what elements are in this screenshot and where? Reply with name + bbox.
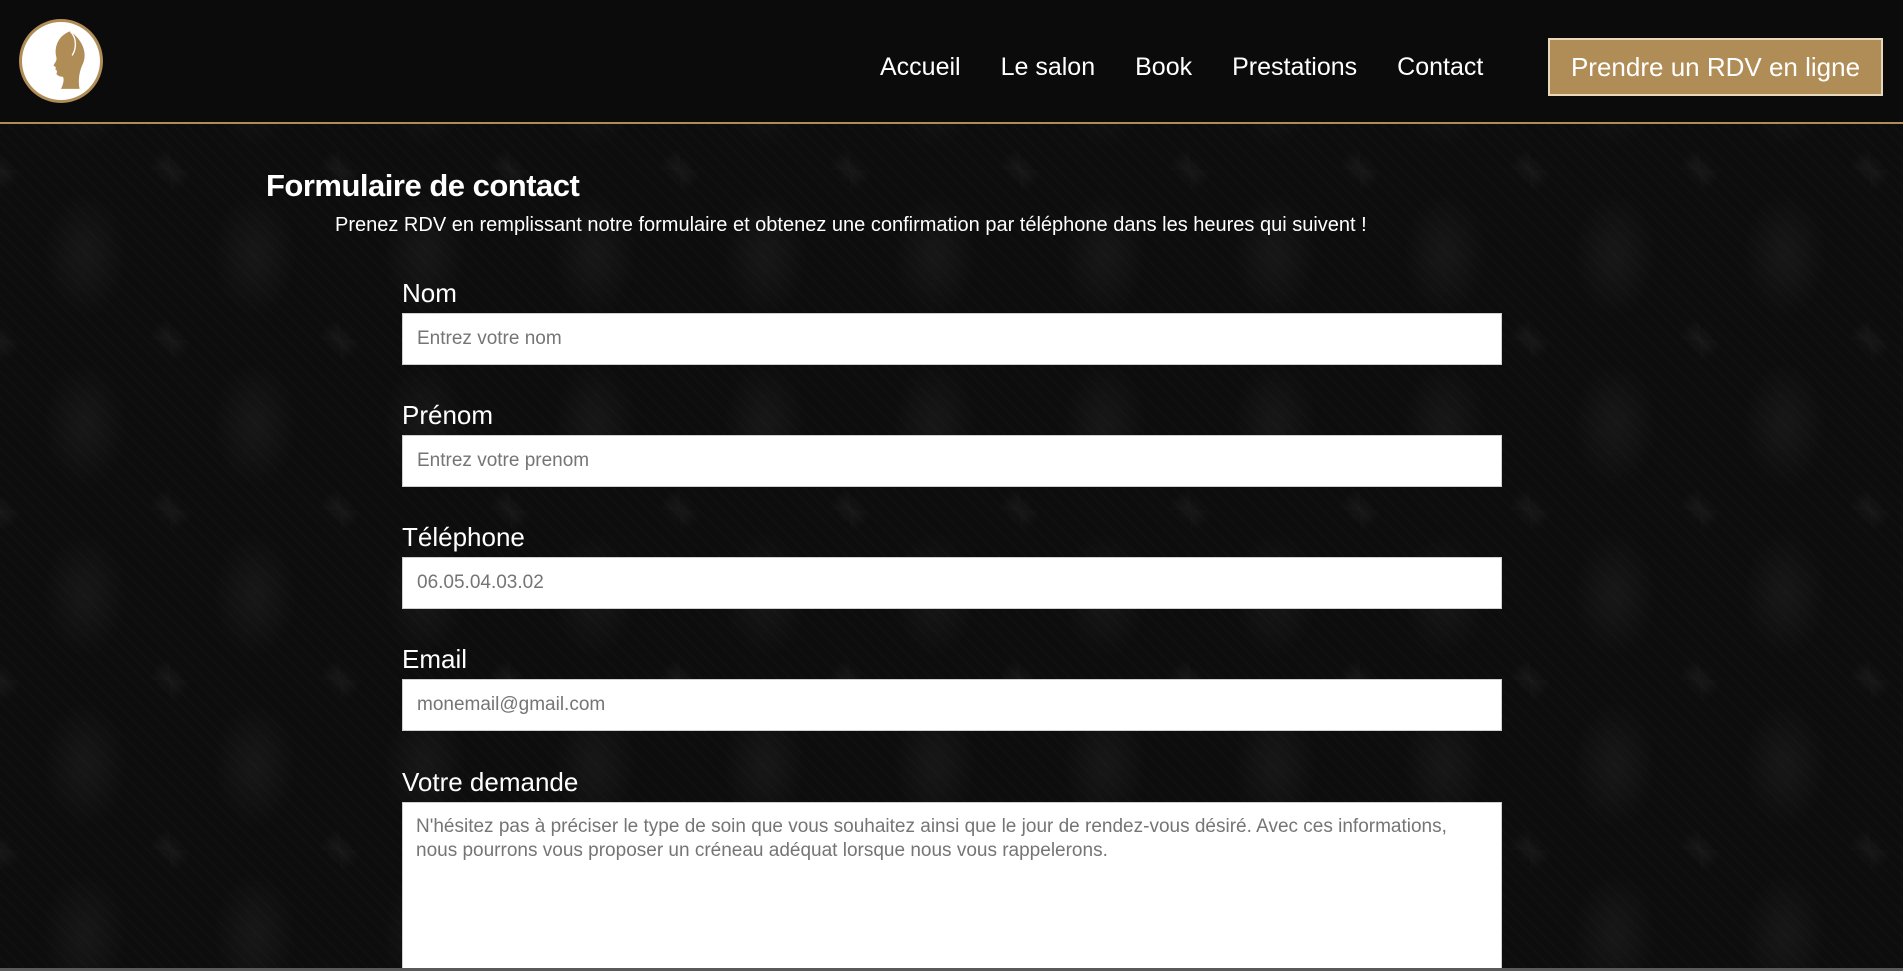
telephone-input[interactable]	[402, 557, 1502, 609]
main-nav: Accueil Le salon Book Prestations Contac…	[880, 50, 1523, 84]
nom-label: Nom	[402, 278, 457, 308]
email-label: Email	[402, 644, 468, 674]
telephone-label: Téléphone	[402, 522, 525, 552]
form-subtitle: Prenez RDV en remplissant notre formulai…	[335, 214, 1367, 236]
form-title: Formulaire de contact	[266, 168, 580, 203]
woman-profile-logo[interactable]	[19, 19, 103, 103]
nav-book[interactable]: Book	[1135, 50, 1192, 84]
prenom-label: Prénom	[402, 400, 494, 430]
nav-accueil[interactable]: Accueil	[880, 50, 961, 84]
page: Accueil Le salon Book Prestations Contac…	[0, 0, 1903, 971]
demande-textarea[interactable]	[402, 802, 1502, 971]
nav-le-salon[interactable]: Le salon	[1001, 50, 1096, 84]
woman-profile-icon	[53, 30, 85, 89]
book-online-button[interactable]: Prendre un RDV en ligne	[1548, 38, 1883, 96]
prenom-input[interactable]	[402, 435, 1502, 487]
email-input[interactable]	[402, 679, 1502, 731]
site-header: Accueil Le salon Book Prestations Contac…	[0, 0, 1903, 124]
nav-prestations[interactable]: Prestations	[1232, 50, 1357, 84]
nom-input[interactable]	[402, 313, 1502, 365]
demande-label: Votre demande	[402, 767, 579, 797]
nav-contact[interactable]: Contact	[1397, 50, 1483, 84]
